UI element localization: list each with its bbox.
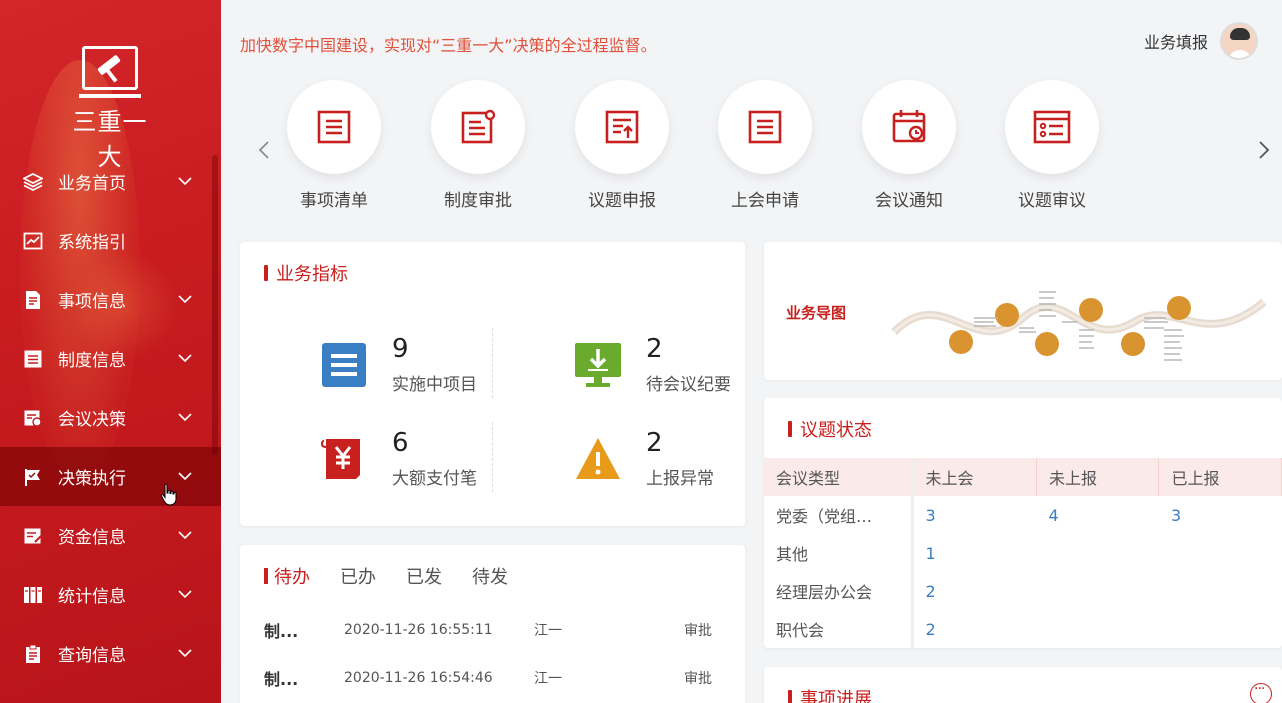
chevron-down-icon	[178, 472, 192, 481]
sidebar-item-home[interactable]: 业务首页	[0, 152, 221, 211]
chevron-down-icon	[178, 177, 192, 186]
todo-tabs: 待办 已办 已发 待发	[264, 563, 538, 589]
avatar[interactable]	[1220, 22, 1258, 60]
quick-item-meeting-request[interactable]: 上会申请	[705, 80, 825, 211]
sidebar-item-label: 会议决策	[58, 410, 126, 430]
gavel-icon	[82, 46, 138, 90]
quick-item-topic-review[interactable]: 议题审议	[992, 80, 1112, 211]
metrics-card: 业务指标 9 实施中项目 2 待会议纪要 6 大额支付笔 2 上报异常	[240, 242, 745, 526]
progress-card: 事项进展	[764, 667, 1282, 703]
hand-cursor-icon	[160, 483, 177, 506]
todo-card: 待办 已办 已发 待发 制... 2020-11-26 16:55:11 江一 …	[240, 545, 745, 703]
table-row: 经理层办公会 2	[764, 572, 1282, 610]
user-name: 业务填报	[1143, 33, 1208, 52]
doc-badge-icon	[461, 109, 496, 144]
books-icon	[22, 584, 44, 606]
tab-todo[interactable]: 待办	[264, 563, 310, 589]
quick-item-policy-approval[interactable]: 制度审批	[418, 80, 538, 211]
sidebar-item-funds[interactable]: 资金信息	[0, 506, 221, 565]
sidebar-item-meeting[interactable]: 会议决策	[0, 388, 221, 447]
tab-sent[interactable]: 已发	[406, 563, 442, 589]
chevron-down-icon	[178, 590, 192, 599]
chevron-down-icon	[178, 413, 192, 422]
table-row: 党委（党组… 3 4 3	[764, 496, 1282, 534]
sidebar-item-label: 决策执行	[58, 469, 126, 489]
sidebar-item-label: 事项信息	[58, 292, 126, 312]
upload-doc-icon	[605, 110, 639, 144]
meeting-icon	[22, 407, 44, 429]
sidebar-nav: 业务首页 系统指引 事项信息 制度信息 会议决策 决策执行 资金信息 统计信息 …	[0, 152, 221, 683]
chart-line-icon	[22, 230, 44, 252]
chevron-down-icon	[178, 354, 192, 363]
sidebar-item-execution[interactable]: 决策执行	[0, 447, 221, 506]
sidebar-item-label: 系统指引	[58, 233, 126, 253]
sidebar-item-label: 查询信息	[58, 646, 126, 666]
list-icon	[317, 110, 351, 144]
user-menu[interactable]: 业务填报	[1144, 22, 1258, 60]
sidebar-item-label: 业务首页	[58, 174, 126, 194]
kpi-large-payments[interactable]: 6 大额支付笔	[320, 428, 477, 489]
sidebar-item-label: 制度信息	[58, 351, 126, 371]
topic-status-table: 会议类型 未上会 未上报 已上报 党委（党组… 3 4 3 其他 1 经理层办公…	[764, 458, 1282, 648]
tab-to-send[interactable]: 待发	[472, 563, 508, 589]
business-map-card[interactable]: 业务导图	[764, 242, 1282, 380]
slogan: 加快数字中国建设，实现对“三重一大”决策的全过程监督。	[240, 36, 657, 55]
kpi-in-progress[interactable]: 9 实施中项目	[320, 334, 477, 395]
todo-row[interactable]: 制... 2020-11-26 16:54:46 江一 审批	[264, 663, 724, 693]
tab-done[interactable]: 已办	[340, 563, 376, 589]
kpi-pending-minutes[interactable]: 2 待会议纪要	[574, 334, 731, 395]
chevron-down-icon	[178, 295, 192, 304]
flag-icon	[22, 466, 44, 488]
table-row: 职代会 2	[764, 610, 1282, 648]
card-title: 议题状态	[788, 416, 872, 442]
sidebar-item-query[interactable]: 查询信息	[0, 624, 221, 683]
calendar-clock-icon	[892, 110, 926, 143]
topic-status-card: 议题状态 会议类型 未上会 未上报 已上报 党委（党组… 3 4 3 其他 1 …	[764, 398, 1282, 648]
card-title: 事项进展	[788, 685, 872, 703]
table-header-row: 会议类型 未上会 未上报 已上报	[764, 458, 1282, 496]
business-map-diagram	[891, 291, 1267, 361]
list-icon	[748, 110, 782, 144]
quick-item-matter-list[interactable]: 事项清单	[274, 80, 394, 211]
kpi-report-exceptions[interactable]: 2 上报异常	[574, 428, 714, 489]
quick-nav: 事项清单 制度审批 议题申报 上会申请 会议通知 议题审议	[240, 78, 1280, 218]
warning-icon	[576, 437, 620, 479]
sidebar-item-label: 资金信息	[58, 528, 126, 548]
chevron-right-icon[interactable]	[1256, 140, 1272, 160]
sidebar-item-label: 统计信息	[58, 587, 126, 607]
more-icon[interactable]	[1250, 681, 1272, 703]
sidebar: 三重一大 业务首页 系统指引 事项信息 制度信息 会议决策 决策执行 资金信息 …	[0, 0, 221, 703]
document-icon	[22, 289, 44, 311]
sidebar-item-matters[interactable]: 事项信息	[0, 270, 221, 329]
chevron-down-icon	[178, 649, 192, 658]
checklist-icon	[1033, 110, 1071, 144]
quick-item-meeting-notice[interactable]: 会议通知	[849, 80, 969, 211]
chevron-left-icon[interactable]	[256, 140, 272, 160]
monitor-download-icon	[575, 342, 621, 387]
quick-item-topic-submit[interactable]: 议题申报	[562, 80, 682, 211]
layers-icon	[22, 171, 44, 193]
table-row: 其他 1	[764, 534, 1282, 572]
map-title: 业务导图	[786, 304, 847, 322]
sidebar-scrollbar[interactable]	[212, 155, 218, 455]
yuan-receipt-icon	[320, 438, 360, 479]
sidebar-item-stats[interactable]: 统计信息	[0, 565, 221, 624]
clipboard-icon	[22, 643, 44, 665]
todo-row[interactable]: 制... 2020-11-26 16:55:11 江一 审批	[264, 615, 724, 645]
sidebar-item-policy[interactable]: 制度信息	[0, 329, 221, 388]
card-title: 业务指标	[264, 260, 348, 286]
chevron-down-icon	[178, 531, 192, 540]
list-doc-icon	[322, 342, 366, 387]
list-icon	[22, 348, 44, 370]
edit-icon	[22, 525, 44, 547]
sidebar-item-guide[interactable]: 系统指引	[0, 211, 221, 270]
